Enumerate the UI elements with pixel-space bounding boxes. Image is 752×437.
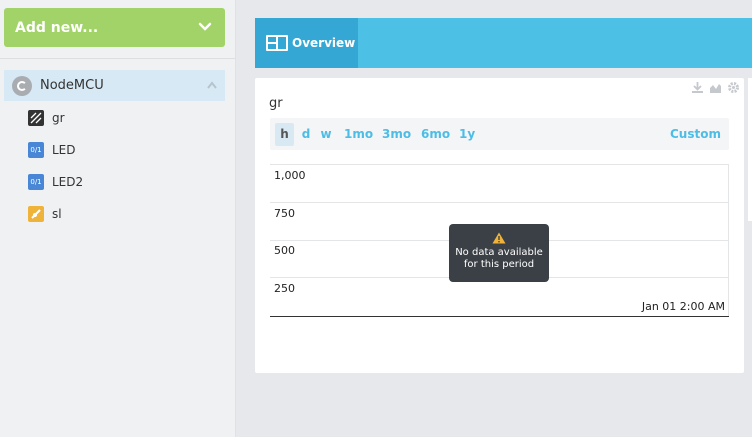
- widget-item-gr[interactable]: gr: [28, 108, 65, 128]
- download-icon[interactable]: [691, 81, 704, 94]
- range-6mo-button[interactable]: 6mo: [419, 123, 450, 146]
- gear-icon[interactable]: [727, 81, 740, 94]
- led-toggle-icon: 0/1: [28, 174, 44, 190]
- device-item-nodemcu[interactable]: NodeMCU: [4, 70, 225, 101]
- chevron-up-icon[interactable]: [207, 81, 217, 89]
- widget-label: sl: [52, 207, 62, 221]
- led-toggle-icon: 0/1: [28, 142, 44, 158]
- chevron-down-icon: [198, 22, 212, 31]
- range-w-button[interactable]: w: [317, 123, 335, 146]
- chart-border: [728, 164, 729, 316]
- widget-item-led[interactable]: 0/1 LED: [28, 140, 76, 160]
- widget-label: gr: [52, 111, 65, 125]
- gridline: [270, 202, 729, 203]
- range-d-button[interactable]: d: [298, 123, 314, 146]
- adjacent-card-edge: [748, 78, 752, 221]
- sidebar-divider: [0, 58, 236, 59]
- tab-bar: Overview: [255, 18, 752, 68]
- tab-overview[interactable]: Overview: [255, 18, 358, 68]
- range-1y-button[interactable]: 1y: [457, 123, 477, 146]
- widget-item-sl[interactable]: sl: [28, 204, 62, 224]
- dashboard-icon: [266, 35, 288, 51]
- graph-widget-card: gr h d w 1mo 3mo 6mo 1y Custom 1,000 750…: [255, 78, 744, 373]
- y-tick-label: 750: [274, 207, 295, 220]
- range-custom-button[interactable]: Custom: [668, 123, 721, 146]
- range-3mo-button[interactable]: 3mo: [380, 123, 411, 146]
- x-tick-label: Jan 01 2:00 AM: [641, 300, 725, 313]
- device-name: NodeMCU: [40, 78, 104, 93]
- chart-icon[interactable]: [709, 81, 722, 94]
- graph-icon: [28, 110, 44, 126]
- y-tick-label: 250: [274, 282, 295, 295]
- no-data-message: No data available for this period: [455, 247, 543, 270]
- widget-label: LED2: [52, 175, 84, 189]
- gridline: [270, 164, 729, 165]
- warning-icon: [492, 232, 506, 244]
- add-new-label: Add new...: [15, 19, 99, 36]
- device-icon: [12, 75, 32, 96]
- widget-title: gr: [269, 96, 283, 111]
- y-tick-label: 500: [274, 244, 295, 257]
- add-new-button[interactable]: Add new...: [4, 8, 225, 47]
- widget-label: LED: [52, 143, 76, 157]
- card-tools: [691, 81, 740, 94]
- range-1mo-button[interactable]: 1mo: [342, 123, 373, 146]
- slider-icon: [28, 206, 44, 222]
- widget-item-led2[interactable]: 0/1 LED2: [28, 172, 83, 192]
- range-h-button[interactable]: h: [275, 123, 294, 146]
- tab-label: Overview: [292, 36, 356, 50]
- sidebar: Add new... NodeMCU gr 0/1 LED 0/1 LED2 s…: [0, 0, 236, 437]
- time-range-selector: h d w 1mo 3mo 6mo 1y Custom: [270, 118, 729, 150]
- y-tick-label: 1,000: [274, 169, 306, 182]
- no-data-tooltip: No data available for this period: [449, 224, 549, 282]
- x-axis-line: [270, 316, 729, 317]
